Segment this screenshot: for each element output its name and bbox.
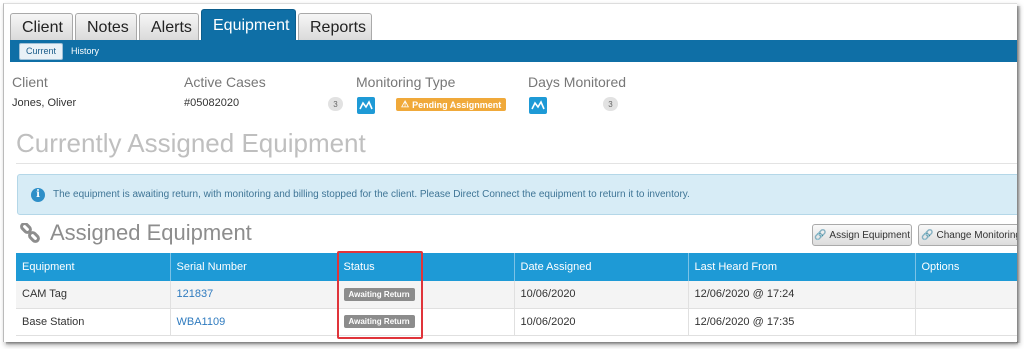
table-row: CAM Tag 121837 Awaiting Return 10/06/202… [16, 281, 1017, 309]
tab-client[interactable]: Client [10, 13, 73, 41]
tab-reports[interactable]: Reports [298, 13, 372, 41]
days-monitored-icon [529, 97, 547, 114]
cases-count-badge: 3 [328, 97, 343, 111]
status-badge: Awaiting Return [343, 315, 415, 328]
info-alert: i The equipment is awaiting return, with… [17, 174, 1017, 215]
col-last-heard-from[interactable]: Last Heard From [688, 253, 916, 281]
col-options: Options [915, 253, 1017, 281]
active-cases-label: Active Cases [184, 74, 266, 90]
sub-navigation: Current History [10, 40, 1017, 62]
equipment-cell: CAM Tag [16, 281, 171, 309]
subtab-current[interactable]: Current [19, 42, 64, 60]
subtab-history[interactable]: History [65, 43, 105, 60]
tab-notes[interactable]: Notes [75, 13, 137, 41]
serial-link[interactable]: WBA1109 [177, 316, 226, 328]
monitoring-type-label: Monitoring Type [356, 74, 456, 90]
days-monitored-label: Days Monitored [528, 74, 627, 90]
link-icon [19, 222, 41, 246]
assign-equipment-label: Assign Equipment [829, 229, 911, 241]
warning-icon: ⚠ [401, 99, 410, 109]
serial-cell: WBA1109 [170, 308, 338, 336]
pending-assignment-badge: ⚠ Pending Assignment [396, 98, 507, 111]
last-heard-cell: 12/06/2020 @ 17:24 [688, 281, 916, 309]
section-title: Assigned Equipment [50, 220, 252, 245]
alert-message: The equipment is awaiting return, with m… [53, 189, 690, 200]
monitoring-type-icon [357, 97, 375, 114]
options-cell [915, 281, 1017, 309]
info-icon: i [31, 187, 45, 202]
link-icon: 🔗 [813, 229, 827, 241]
case-number[interactable]: #05082020 [184, 97, 239, 109]
client-label: Client [12, 74, 48, 90]
date-assigned-cell: 10/06/2020 [514, 308, 689, 336]
table-header-row: Equipment Serial Number Status Date Assi… [16, 253, 1017, 281]
change-monitoring-label: Change Monitoring [936, 229, 1017, 241]
tab-equipment[interactable]: Equipment [201, 9, 296, 41]
change-monitoring-button[interactable]: 🔗 Change Monitoring [918, 224, 1017, 246]
date-assigned-cell: 10/06/2020 [514, 281, 689, 309]
assign-equipment-button[interactable]: 🔗 Assign Equipment [812, 224, 912, 246]
col-equipment[interactable]: Equipment [16, 253, 171, 281]
main-tabs: Client Notes Alerts Equipment Reports [10, 9, 374, 41]
pending-assignment-label: Pending Assignment [412, 99, 502, 110]
title-divider [16, 163, 1017, 164]
status-badge: Awaiting Return [343, 287, 415, 301]
table-row: Base Station WBA1109 Awaiting Return 10/… [16, 308, 1017, 336]
last-heard-cell: 12/06/2020 @ 17:35 [688, 308, 916, 336]
col-status[interactable]: Status [337, 253, 515, 281]
days-count-badge: 3 [603, 97, 618, 111]
equipment-table: Equipment Serial Number Status Date Assi… [16, 253, 1017, 336]
serial-cell: 121837 [170, 281, 338, 309]
link-icon: 🔗 [921, 229, 934, 241]
tab-alerts[interactable]: Alerts [139, 13, 199, 41]
client-name: Jones, Oliver [12, 97, 77, 109]
col-serial-number[interactable]: Serial Number [170, 253, 338, 281]
options-cell [915, 308, 1017, 336]
col-date-assigned[interactable]: Date Assigned [514, 253, 689, 281]
equipment-cell: Base Station [16, 308, 171, 336]
status-cell: Awaiting Return [337, 281, 515, 309]
serial-link[interactable]: 121837 [177, 288, 214, 300]
page-title: Currently Assigned Equipment [16, 128, 366, 158]
app-window: Client Notes Alerts Equipment Reports Cu… [3, 3, 1017, 342]
status-cell: Awaiting Return [337, 308, 515, 336]
